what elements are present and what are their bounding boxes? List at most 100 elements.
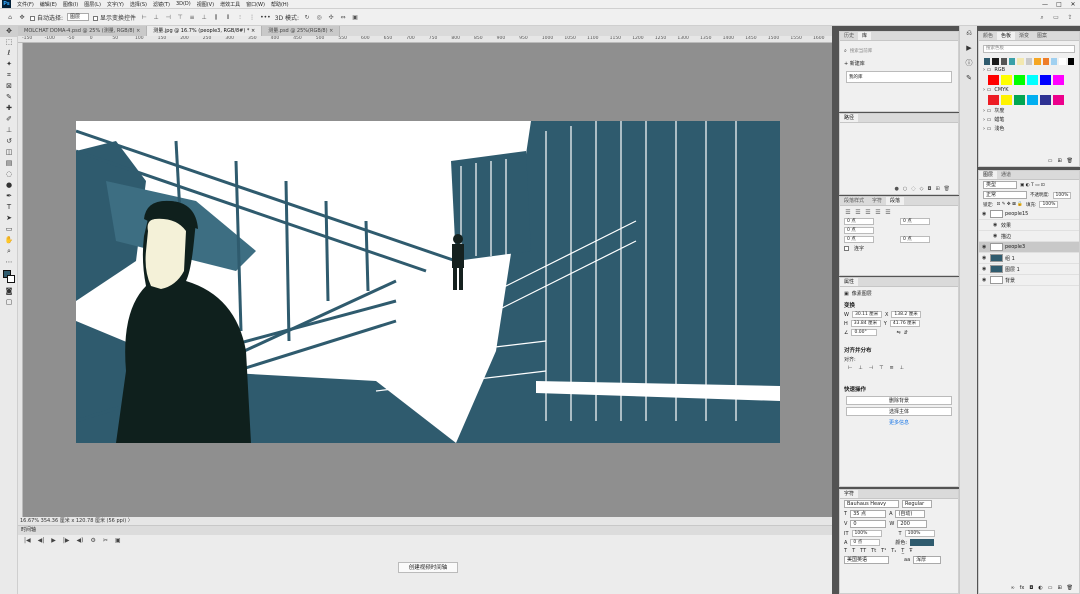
history-brush-icon[interactable]: ↺ bbox=[0, 136, 18, 147]
align-left-icon[interactable]: ⊢ bbox=[140, 14, 148, 21]
library-item[interactable]: 我的库 bbox=[846, 71, 952, 83]
swatch[interactable] bbox=[1034, 58, 1041, 65]
first-frame-icon[interactable]: |◀ bbox=[24, 537, 31, 544]
layer-row[interactable]: ◉ people3 bbox=[979, 242, 1079, 253]
first-indent-field[interactable]: 0 点 bbox=[844, 227, 874, 234]
superscript-icon[interactable]: T¹ bbox=[881, 548, 886, 554]
tab-patterns[interactable]: 图案 bbox=[1033, 32, 1051, 40]
search-icon[interactable]: ⌕ bbox=[1038, 14, 1046, 21]
stroke-path-icon[interactable]: ○ bbox=[903, 186, 907, 192]
info-panel-icon[interactable]: ⓘ bbox=[960, 56, 978, 71]
brush-tool-icon[interactable]: ✐ bbox=[0, 114, 18, 125]
more-info-link[interactable]: 更多信息 bbox=[840, 418, 958, 427]
align-middle-icon[interactable]: ≡ bbox=[188, 14, 196, 21]
tab-channels[interactable]: 通道 bbox=[997, 171, 1015, 179]
horizontal-scale-field[interactable]: 100% bbox=[904, 530, 935, 537]
visibility-eye-icon[interactable]: ◉ bbox=[982, 266, 988, 272]
hand-tool-icon[interactable]: ✋ bbox=[0, 235, 18, 246]
hyphenate-checkbox[interactable] bbox=[844, 246, 849, 251]
width-field[interactable]: 30.11 厘米 bbox=[851, 311, 882, 318]
select-subject-button[interactable]: 选择主体 bbox=[846, 407, 952, 416]
font-style-dropdown[interactable]: Regular bbox=[902, 500, 932, 508]
transition-icon[interactable]: ▣ bbox=[115, 537, 121, 544]
make-path-icon[interactable]: ◇ bbox=[920, 186, 924, 192]
quick-mask-icon[interactable]: ◙ bbox=[0, 286, 18, 297]
tab-history[interactable]: 历史 bbox=[840, 32, 858, 40]
tab-color[interactable]: 颜色 bbox=[979, 32, 997, 40]
close-window-button[interactable]: ✕ bbox=[1066, 1, 1080, 8]
visibility-eye-icon[interactable]: ◉ bbox=[993, 222, 999, 228]
tab-gradients[interactable]: 渐变 bbox=[1015, 32, 1033, 40]
menu-view[interactable]: 视图(V) bbox=[194, 1, 217, 8]
layer-name[interactable]: 效果 bbox=[1001, 222, 1011, 229]
align-left-edges-icon[interactable]: ⊢ bbox=[848, 365, 852, 371]
settings-icon[interactable]: ⚙ bbox=[91, 537, 96, 544]
layer-name[interactable]: 背景 bbox=[1005, 277, 1015, 284]
visibility-eye-icon[interactable]: ◉ bbox=[982, 255, 988, 261]
layer-name[interactable]: 图层 1 bbox=[1005, 266, 1020, 273]
visibility-eye-icon[interactable]: ◉ bbox=[982, 211, 988, 217]
swatch[interactable] bbox=[1001, 75, 1012, 85]
3d-rotate-icon[interactable]: ↻ bbox=[303, 14, 311, 21]
dodge-tool-icon[interactable]: ● bbox=[0, 180, 18, 191]
next-frame-icon[interactable]: |▶ bbox=[63, 537, 70, 544]
layer-name[interactable]: people15 bbox=[1005, 211, 1028, 217]
distribute-h-icon[interactable]: ⫴ bbox=[224, 14, 232, 21]
tab-swatches[interactable]: 色板 bbox=[997, 32, 1016, 40]
tracking-field[interactable]: 200 bbox=[897, 520, 928, 528]
lock-icons[interactable]: ⊡ ✎ ✥ ⊠ 🔒 bbox=[997, 202, 1023, 207]
swatch[interactable] bbox=[1017, 58, 1024, 65]
all-caps-icon[interactable]: TT bbox=[860, 548, 866, 554]
leading-field[interactable]: (自动) bbox=[895, 510, 926, 518]
distribute-v-icon[interactable]: ⫶ bbox=[236, 14, 244, 21]
menu-select[interactable]: 选择(S) bbox=[127, 1, 150, 8]
align-center-text-icon[interactable]: ☰ bbox=[854, 209, 862, 216]
foreground-background-icon[interactable] bbox=[0, 268, 18, 286]
swatch[interactable] bbox=[984, 58, 991, 65]
small-caps-icon[interactable]: Tt bbox=[871, 548, 876, 554]
menu-type[interactable]: 文字(Y) bbox=[104, 1, 127, 8]
healing-brush-icon[interactable]: ✚ bbox=[0, 103, 18, 114]
font-size-field[interactable]: 35 点 bbox=[850, 510, 887, 518]
space-after-field[interactable]: 0 点 bbox=[900, 236, 930, 243]
align-right-text-icon[interactable]: ☰ bbox=[864, 209, 872, 216]
gradient-icon[interactable]: ▤ bbox=[0, 158, 18, 169]
align-center-icon[interactable]: ⊥ bbox=[152, 14, 160, 21]
remove-background-button[interactable]: 删除背景 bbox=[846, 396, 952, 405]
adjustment-layer-icon[interactable]: ◐ bbox=[1038, 585, 1042, 591]
minimize-button[interactable]: — bbox=[1038, 1, 1052, 8]
new-layer-icon[interactable]: ⊞ bbox=[1057, 585, 1061, 591]
swatch-search-input[interactable]: 搜索色板 bbox=[983, 45, 1075, 53]
new-group-icon[interactable]: ▭ bbox=[1048, 158, 1053, 164]
tab-libraries[interactable]: 库 bbox=[858, 32, 872, 40]
show-transform-checkbox[interactable]: 显示变换控件 bbox=[93, 13, 136, 22]
library-search-input[interactable]: 搜索当前库 bbox=[850, 48, 873, 54]
kerning-field[interactable]: 0 bbox=[850, 520, 887, 528]
distribute-space-icon[interactable]: ⋮ bbox=[248, 14, 256, 21]
swatch[interactable] bbox=[1050, 58, 1058, 65]
swatch[interactable] bbox=[988, 95, 999, 105]
layer-row[interactable]: ◉ 描边 bbox=[979, 231, 1079, 242]
baseline-field[interactable]: 0 点 bbox=[850, 539, 881, 546]
y-field[interactable]: 41.76 厘米 bbox=[889, 320, 920, 327]
blur-tool-icon[interactable]: ◌ bbox=[0, 169, 18, 180]
zoom-tool-icon[interactable]: ⌕ bbox=[0, 246, 18, 257]
visibility-eye-icon[interactable]: ◉ bbox=[993, 233, 999, 239]
3d-pan-icon[interactable]: ✣ bbox=[327, 14, 335, 21]
visibility-eye-icon[interactable]: ◉ bbox=[982, 244, 988, 250]
text-color-swatch[interactable] bbox=[910, 539, 935, 546]
underline-icon[interactable]: T̲ bbox=[901, 548, 904, 554]
blend-mode-dropdown[interactable]: 正常 bbox=[983, 191, 1027, 199]
menu-edit[interactable]: 编辑(E) bbox=[37, 1, 60, 8]
tab-document-2[interactable]: 测量.jpg @ 16.7% (people3, RGB/8#) * × bbox=[147, 26, 263, 36]
magic-wand-icon[interactable]: ✦ bbox=[0, 59, 18, 70]
swatch-group-header[interactable]: › ▭ 浅色 bbox=[979, 124, 1079, 133]
create-video-timeline-button[interactable]: 创建视频时间轴 bbox=[398, 562, 458, 573]
swatch-group-header[interactable]: › ▭ RGB bbox=[979, 66, 1079, 74]
link-layers-icon[interactable]: ∞ bbox=[1010, 585, 1014, 591]
actions-panel-icon[interactable]: ▶ bbox=[960, 41, 978, 56]
flip-horizontal-icon[interactable]: ⇋ bbox=[896, 330, 900, 336]
swatch[interactable] bbox=[1000, 58, 1008, 65]
3d-slide-icon[interactable]: ⇔ bbox=[339, 14, 347, 21]
align-right-edges-icon[interactable]: ⊣ bbox=[869, 365, 873, 371]
